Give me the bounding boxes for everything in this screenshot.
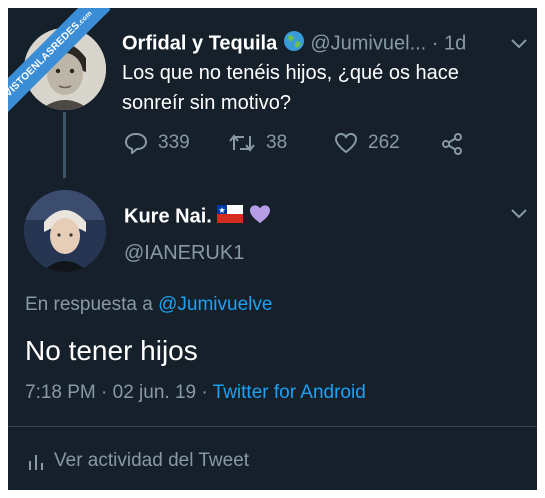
chevron-down-icon[interactable] <box>510 38 528 50</box>
reply-icon <box>124 132 148 154</box>
tweet2-timestamp-row: 7:18 PM · 02 jun. 19 · Twitter for Andro… <box>25 382 366 404</box>
view-activity-link[interactable]: Ver actividad del Tweet <box>28 450 249 472</box>
tweet2-source[interactable]: Twitter for Android <box>213 382 366 403</box>
tweet1-text-line2: sonreír sin motivo? <box>122 92 291 114</box>
retweet-button[interactable]: 38 <box>228 132 287 154</box>
tweet2-handle[interactable]: @IANERUK1 <box>124 242 244 265</box>
reply-context: En respuesta a @Jumivuelve <box>25 294 272 316</box>
retweet-count: 38 <box>266 132 288 153</box>
tweet1-handle-time[interactable]: @Jumivuel... · 1d <box>310 32 466 54</box>
chile-flag-icon <box>217 205 244 229</box>
purple-heart-icon <box>249 204 271 230</box>
like-button[interactable]: 262 <box>334 132 400 154</box>
like-icon <box>334 132 358 154</box>
thread-line <box>63 112 66 178</box>
watermark-suffix: .com <box>76 10 94 28</box>
tweet1-display-name[interactable]: Orfidal y Tequila <box>122 32 277 54</box>
tweet1-text: Los que no tenéis hijos, ¿qué os hace so… <box>122 58 459 118</box>
tweet2-text: No tener hijos <box>25 335 198 366</box>
reply-count: 339 <box>158 132 190 153</box>
globe-icon <box>283 30 305 58</box>
tweet2-time-date[interactable]: 7:18 PM · 02 jun. 19 · <box>25 382 213 403</box>
tweet1-text-line1: Los que no tenéis hijos, ¿qué os hace <box>122 62 459 84</box>
analytics-icon <box>29 455 43 470</box>
retweet-icon <box>229 134 255 152</box>
tweet1-header: Orfidal y Tequila @Jumivuel... · 1d <box>122 30 466 58</box>
view-activity-label: Ver actividad del Tweet <box>54 450 250 471</box>
like-count: 262 <box>368 132 400 153</box>
reply-prefix: En respuesta a <box>25 294 153 315</box>
chevron-down-icon[interactable] <box>510 208 528 220</box>
divider <box>8 426 537 427</box>
reply-to-link[interactable]: @Jumivuelve <box>158 294 272 315</box>
tweet-frame: VISTOENLASREDES.com Orfidal y Tequila @J… <box>8 8 537 490</box>
reply-button[interactable]: 339 <box>124 132 190 154</box>
tweet2-header: Kure Nai. <box>124 204 271 230</box>
avatar-kure-nai[interactable] <box>24 190 106 272</box>
share-icon[interactable] <box>440 132 464 156</box>
tweet2-display-name[interactable]: Kure Nai. <box>124 205 212 227</box>
